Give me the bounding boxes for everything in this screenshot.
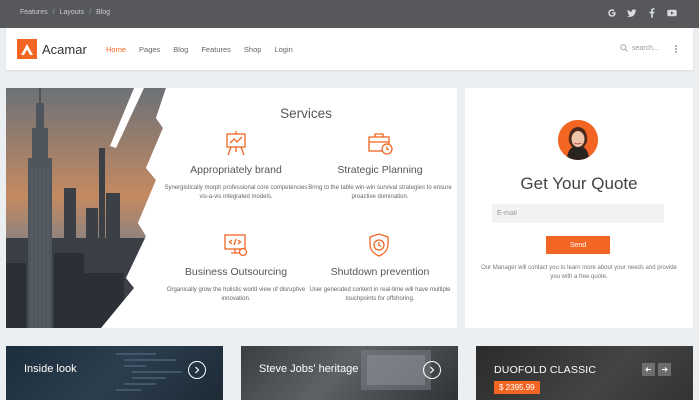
carousel-arrows [642,363,671,376]
service-item: Business Outsourcing Organically grow th… [156,230,316,304]
blog-tile-steve-jobs-heritage[interactable]: Steve Jobs' heritage [241,346,458,400]
menu-item-blog[interactable]: Blog [173,45,188,54]
search-placeholder: search... [632,44,659,52]
email-field[interactable] [492,204,664,223]
service-description: Organically grow the holistic world view… [166,287,306,302]
search-box[interactable]: search... [620,44,659,52]
service-title: Appropriately brand [190,164,282,176]
main-menu: Home Pages Blog Features Shop Login [106,45,293,54]
service-item: Strategic Planning Bring to the table wi… [300,128,457,202]
facebook-icon[interactable] [647,8,657,18]
tile-title: Inside look [24,363,77,375]
services-title: Services [280,106,332,121]
service-title: Strategic Planning [337,164,423,176]
quote-section: Get Your Quote Send Our Manager will con… [465,88,693,328]
menu-item-login[interactable]: Login [274,45,292,54]
chevron-right-icon[interactable] [423,361,441,379]
price-badge: $ 2395.99 [494,381,540,394]
avatar [558,120,598,160]
city-skyline-image [6,88,181,328]
logo-mark-icon [17,39,37,59]
menu-item-shop[interactable]: Shop [244,45,262,54]
product-title: DUOFOLD CLASSIC [494,364,597,376]
google-icon[interactable] [607,8,617,18]
breadcrumb-item-layouts[interactable]: Layouts [60,9,85,16]
twitter-icon[interactable] [627,8,637,18]
quote-title: Get Your Quote [520,174,638,193]
presentation-board-icon [226,131,246,156]
briefcase-clock-icon [368,133,393,155]
services-section: Services Appropriately brand Synergistic… [6,88,457,328]
menu-item-pages[interactable]: Pages [139,45,160,54]
service-description: Synergistically morph professional core … [164,185,308,200]
service-description: User generated content in real-time will… [309,287,451,302]
breadcrumb-separator: / [52,9,55,16]
chevron-right-icon[interactable] [188,361,206,379]
product-tile-duofold-classic[interactable]: DUOFOLD CLASSIC $ 2395.99 [476,346,693,400]
shield-clock-icon [369,233,389,257]
search-icon [620,44,628,52]
more-options-icon[interactable] [673,44,679,54]
arrow-right-icon[interactable] [658,363,671,376]
youtube-icon[interactable] [667,8,677,18]
logo-text: Acamar [42,41,87,57]
tile-title: Steve Jobs' heritage [259,363,359,375]
main-navbar: Acamar Home Pages Blog Features Shop Log… [6,28,693,70]
breadcrumb-separator: / [89,9,92,16]
service-item: Appropriately brand Synergistically morp… [156,128,316,202]
service-description: Bring to the table win-win survival stra… [308,185,452,200]
code-monitor-icon [224,234,248,257]
social-links [607,8,677,18]
arrow-left-icon[interactable] [642,363,655,376]
service-title: Shutdown prevention [330,266,430,278]
blog-tile-inside-look[interactable]: Inside look [6,346,223,400]
send-button[interactable]: Send [546,236,610,254]
quote-note: Our Manager will contact you to learn mo… [481,265,677,280]
breadcrumb-item-features[interactable]: Features [20,9,48,16]
breadcrumb: Features / Layouts / Blog [20,9,110,16]
service-item: Shutdown prevention User generated conte… [300,230,457,304]
breadcrumb-item-blog[interactable]: Blog [96,9,110,16]
menu-item-home[interactable]: Home [106,45,126,54]
service-title: Business Outsourcing [184,266,288,278]
logo[interactable]: Acamar [17,39,87,59]
menu-item-features[interactable]: Features [201,45,231,54]
top-bar: Features / Layouts / Blog [0,0,699,28]
